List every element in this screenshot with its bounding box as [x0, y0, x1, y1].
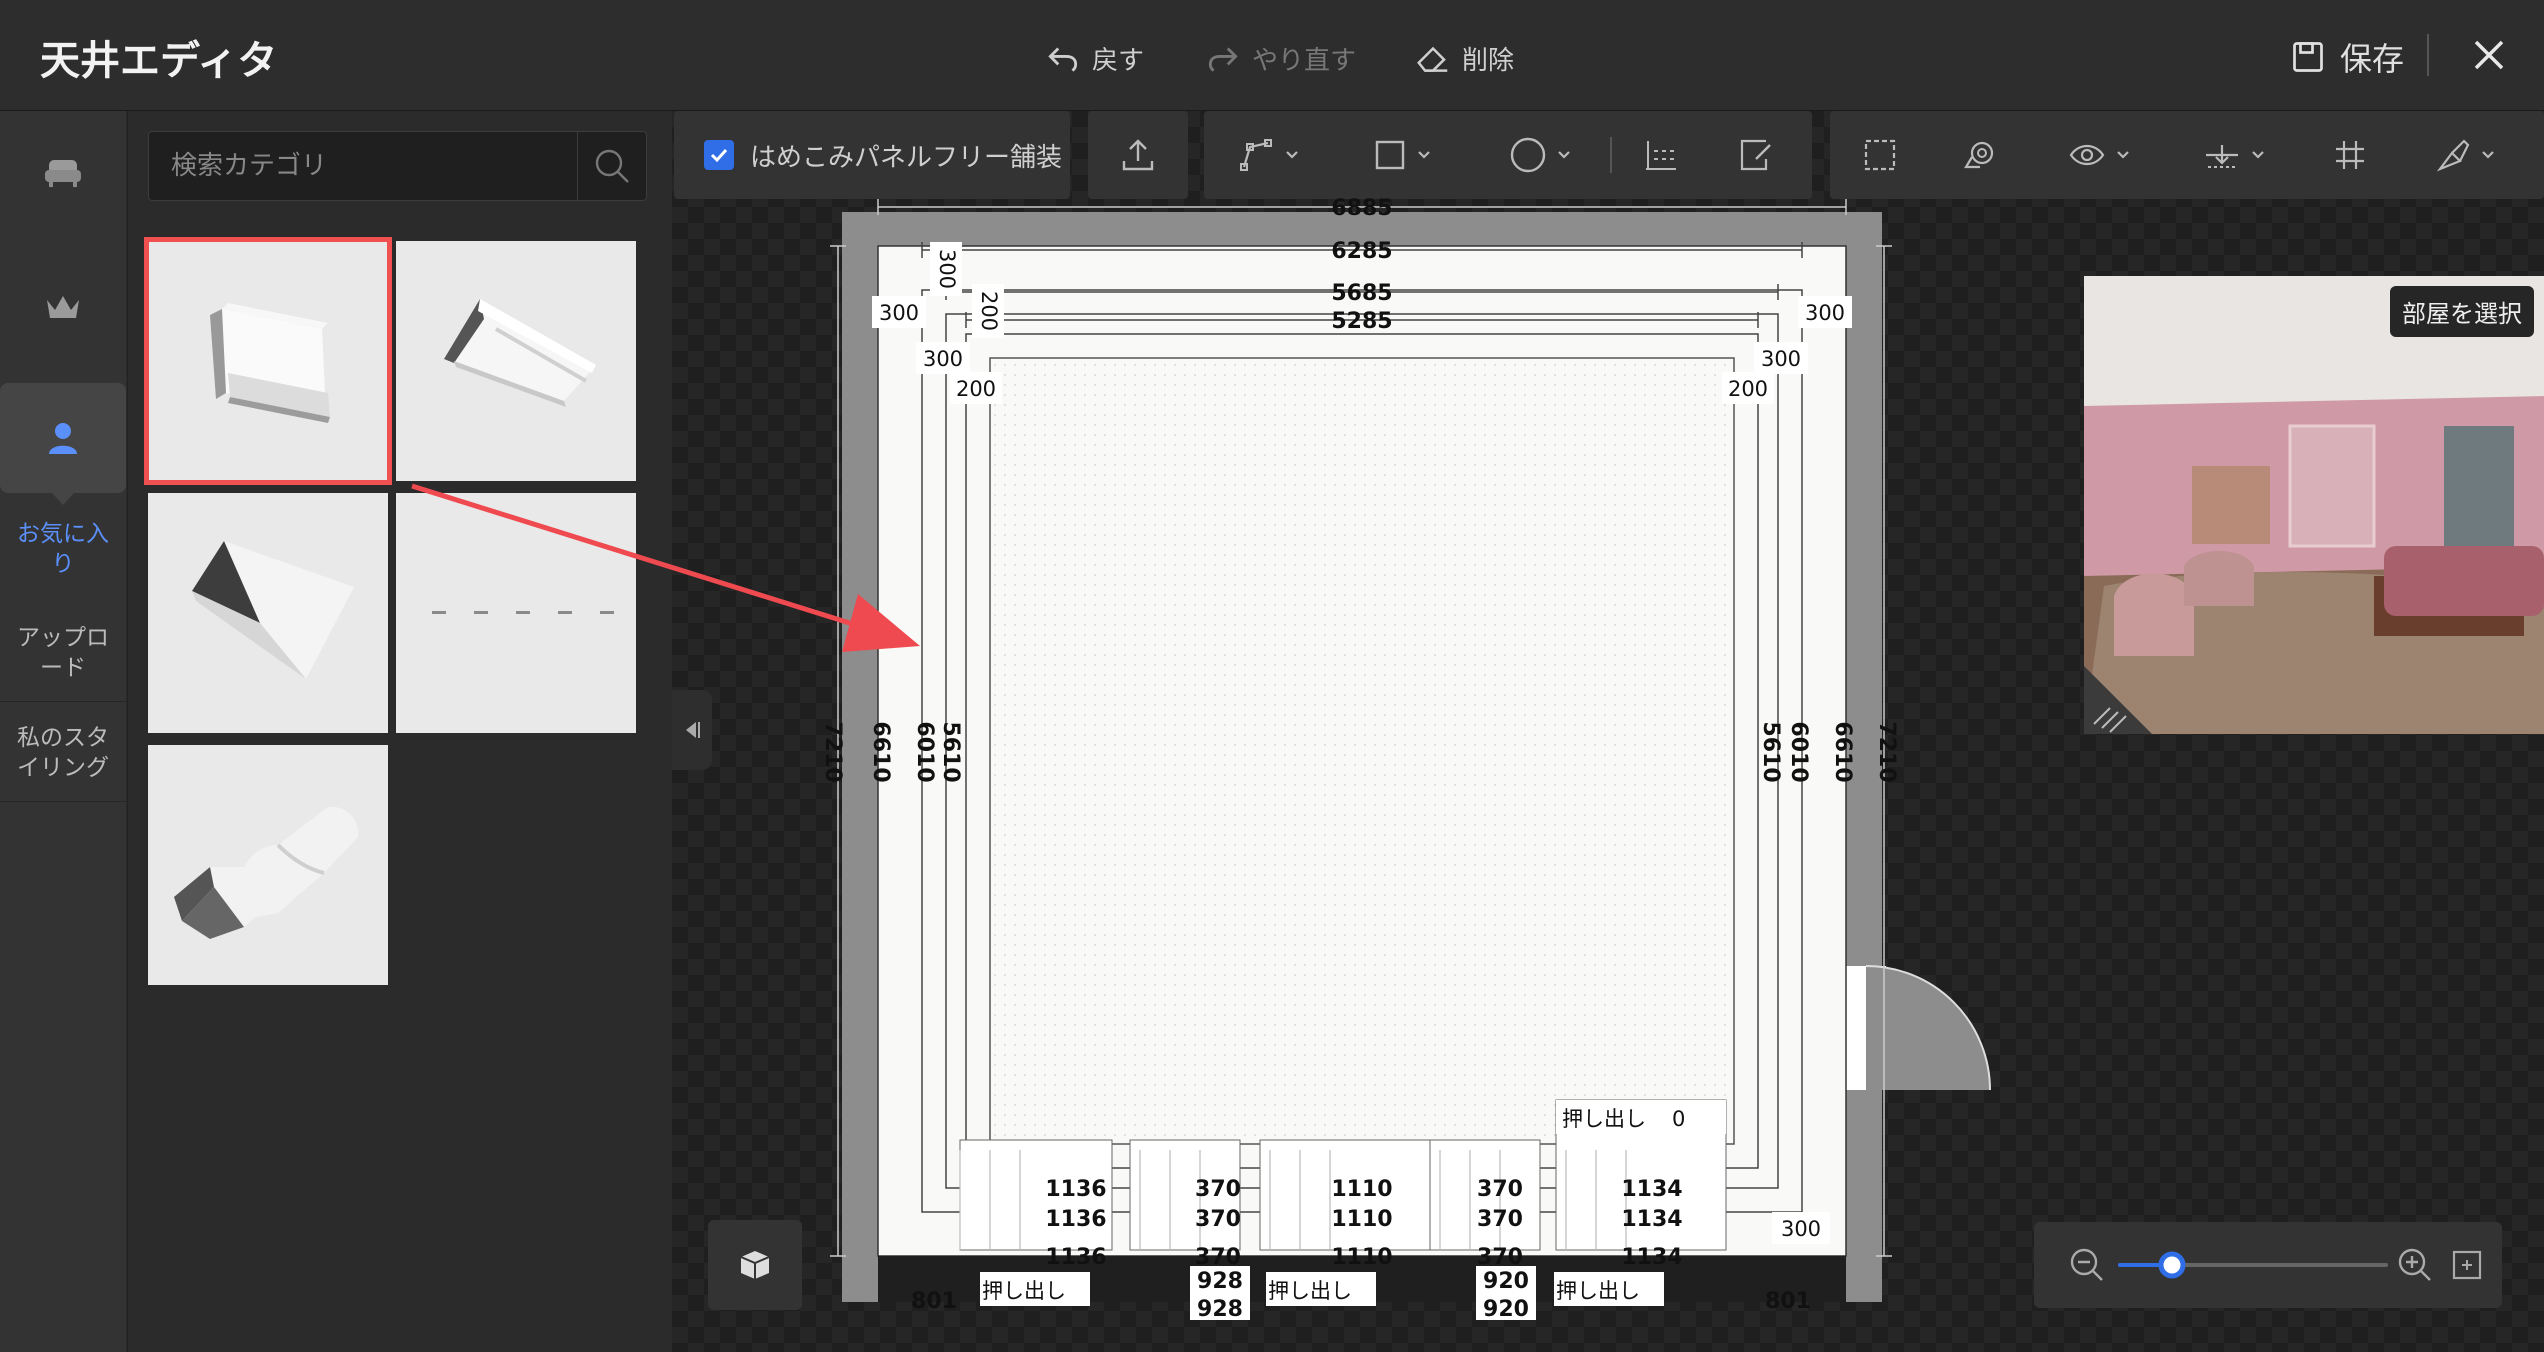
cabinet-width-label[interactable]: 1136 [1045, 1245, 1106, 1270]
dim-right-6610[interactable]: 6610 [1830, 721, 1855, 782]
offset-tag[interactable]: 300 [1781, 1217, 1821, 1241]
room-preview[interactable]: 部屋を選択 [2084, 276, 2544, 734]
extrude-label[interactable]: 押し出し [1556, 1279, 1640, 1303]
cabinet-depth-label[interactable]: 920 [1483, 1297, 1529, 1322]
dim-left-7210[interactable]: 7210 [820, 721, 845, 782]
dim-top-5685[interactable]: 5685 [1331, 281, 1392, 306]
offset-tag[interactable]: 300 [923, 347, 963, 371]
dim-left-6010[interactable]: 6010 [912, 721, 937, 782]
cabinet-width-label[interactable]: 1110 [1331, 1207, 1392, 1232]
offset-tag[interactable]: 200 [956, 377, 996, 401]
cabinet-width-label[interactable]: 370 [1477, 1207, 1523, 1232]
dim-right-7210[interactable]: 7210 [1874, 721, 1899, 782]
cabinet-width-label[interactable]: 1136 [1045, 1207, 1106, 1232]
offset-tag[interactable]: 200 [1728, 377, 1768, 401]
extrude-label[interactable]: 押し出し [982, 1279, 1066, 1303]
cabinet-width-label[interactable]: 1134 [1621, 1245, 1682, 1270]
offset-tag[interactable]: 300 [1805, 301, 1845, 325]
dim-left-6610[interactable]: 6610 [868, 721, 893, 782]
edge-dim-label[interactable]: 801 [1765, 1289, 1811, 1314]
dim-top-6885[interactable]: 6885 [1331, 196, 1392, 221]
offset-tag[interactable]: 300 [935, 249, 959, 289]
cabinet-width-label[interactable]: 1110 [1331, 1177, 1392, 1202]
zoom-in-icon[interactable] [2396, 1246, 2434, 1284]
dim-top-6285[interactable]: 6285 [1331, 239, 1392, 264]
cabinet-depth-label[interactable]: 928 [1197, 1269, 1243, 1294]
select-room-button[interactable]: 部屋を選択 [2390, 286, 2534, 337]
offset-tag[interactable]: 200 [977, 291, 1001, 331]
ceiling-field [992, 360, 1732, 1142]
cabinet-width-label[interactable]: 1136 [1045, 1177, 1106, 1202]
zoom-control [2034, 1222, 2502, 1308]
cabinet-depth-label[interactable]: 928 [1197, 1297, 1243, 1322]
offset-tag[interactable]: 300 [879, 301, 919, 325]
dim-right-5610[interactable]: 5610 [1758, 721, 1783, 782]
zoom-slider[interactable] [2118, 1250, 2388, 1280]
dim-right-6010[interactable]: 6010 [1786, 721, 1811, 782]
dim-top-5285[interactable]: 5285 [1331, 309, 1392, 334]
offset-tag[interactable]: 300 [1761, 347, 1801, 371]
room-render-image [2084, 276, 2544, 734]
extrude-label[interactable]: 押し出し [1562, 1107, 1646, 1131]
extrude-label[interactable]: 押し出し [1268, 1279, 1352, 1303]
cabinet-width-label[interactable]: 370 [1195, 1177, 1241, 1202]
cabinet-depth-label[interactable]: 920 [1483, 1269, 1529, 1294]
door[interactable] [1846, 965, 1991, 1091]
edge-dim-label[interactable]: 801 [911, 1289, 957, 1314]
zoom-out-icon[interactable] [2068, 1246, 2106, 1284]
dim-left-5610[interactable]: 5610 [938, 721, 963, 782]
cabinet-width-label[interactable]: 1134 [1621, 1177, 1682, 1202]
cabinet-width-label[interactable]: 370 [1477, 1177, 1523, 1202]
zoom-knob[interactable] [2158, 1251, 2186, 1279]
cabinet-width-label[interactable]: 1110 [1331, 1245, 1392, 1270]
cabinet-width-label[interactable]: 1134 [1621, 1207, 1682, 1232]
cube-icon [740, 1251, 770, 1279]
view-3d-button[interactable] [708, 1220, 802, 1310]
extrude-value[interactable]: 0 [1672, 1107, 1685, 1131]
cabinet-width-label[interactable]: 370 [1195, 1207, 1241, 1232]
fit-view-icon[interactable] [2448, 1246, 2486, 1284]
ceiling-editor-app: 天井エディタ 戻す やり直す 削除 保存 お気に入り アップロード 私のスタイリ… [0, 0, 2544, 1352]
